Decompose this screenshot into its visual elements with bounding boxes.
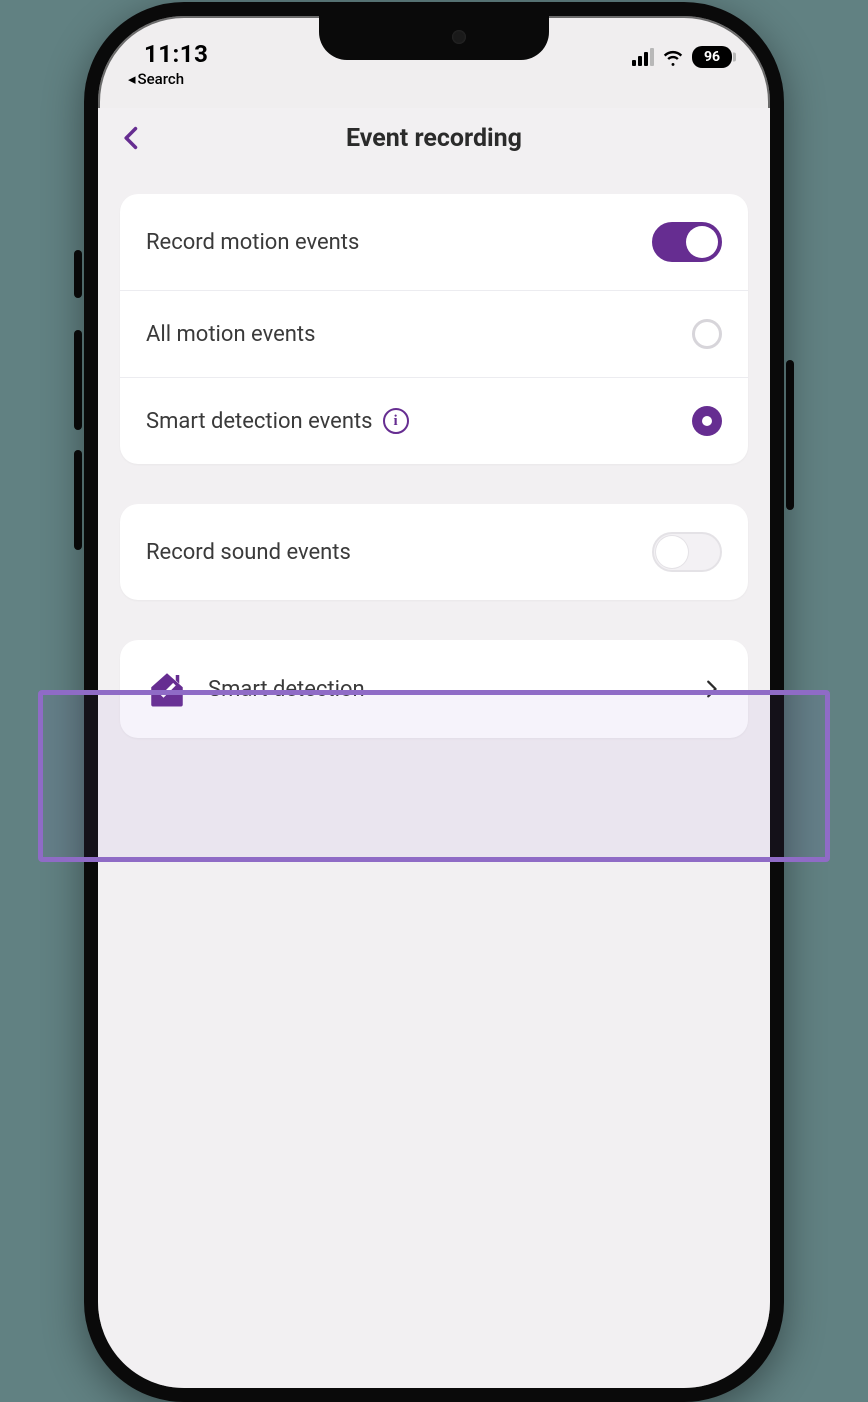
record-sound-label: Record sound events — [146, 540, 351, 565]
smart-detection-radio[interactable] — [692, 406, 722, 436]
back-button[interactable] — [116, 122, 148, 154]
page-title: Event recording — [346, 124, 522, 153]
chevron-right-icon — [700, 678, 722, 700]
back-caret-icon: ◂ — [128, 70, 136, 88]
breadcrumb-back[interactable]: ◂ Search — [128, 70, 184, 88]
all-motion-row[interactable]: All motion events — [120, 291, 748, 378]
breadcrumb-back-label: Search — [138, 70, 185, 88]
volume-mute-button — [74, 250, 82, 298]
wifi-icon — [662, 46, 684, 68]
notch — [319, 16, 549, 60]
all-motion-label: All motion events — [146, 322, 315, 347]
all-motion-radio[interactable] — [692, 319, 722, 349]
smart-detection-nav-label: Smart detection — [208, 677, 365, 702]
volume-up-button — [74, 330, 82, 430]
record-motion-row: Record motion events — [120, 194, 748, 291]
record-motion-toggle[interactable] — [652, 222, 722, 262]
record-sound-toggle[interactable] — [652, 532, 722, 572]
smart-home-check-icon — [146, 668, 188, 710]
page-header: Event recording — [98, 108, 770, 168]
motion-events-card: Record motion events All motion events S… — [120, 194, 748, 464]
phone-frame: 11:13 ◂ Search 96 Event recording Record… — [84, 2, 784, 1402]
volume-down-button — [74, 450, 82, 550]
record-sound-row: Record sound events — [120, 504, 748, 600]
status-time: 11:13 — [144, 40, 208, 68]
chevron-left-icon — [118, 124, 146, 152]
battery-level: 96 — [704, 49, 720, 65]
smart-detection-events-row[interactable]: Smart detection events — [120, 378, 748, 464]
battery-indicator: 96 — [692, 46, 732, 68]
record-motion-label: Record motion events — [146, 230, 359, 255]
smart-detection-nav[interactable]: Smart detection — [120, 640, 748, 738]
power-button — [786, 360, 794, 510]
front-camera-icon — [452, 30, 466, 44]
info-icon[interactable] — [383, 408, 409, 434]
cellular-signal-icon — [632, 48, 654, 66]
smart-detection-card: Smart detection — [120, 640, 748, 738]
smart-detection-events-label: Smart detection events — [146, 409, 373, 434]
sound-events-card: Record sound events — [120, 504, 748, 600]
